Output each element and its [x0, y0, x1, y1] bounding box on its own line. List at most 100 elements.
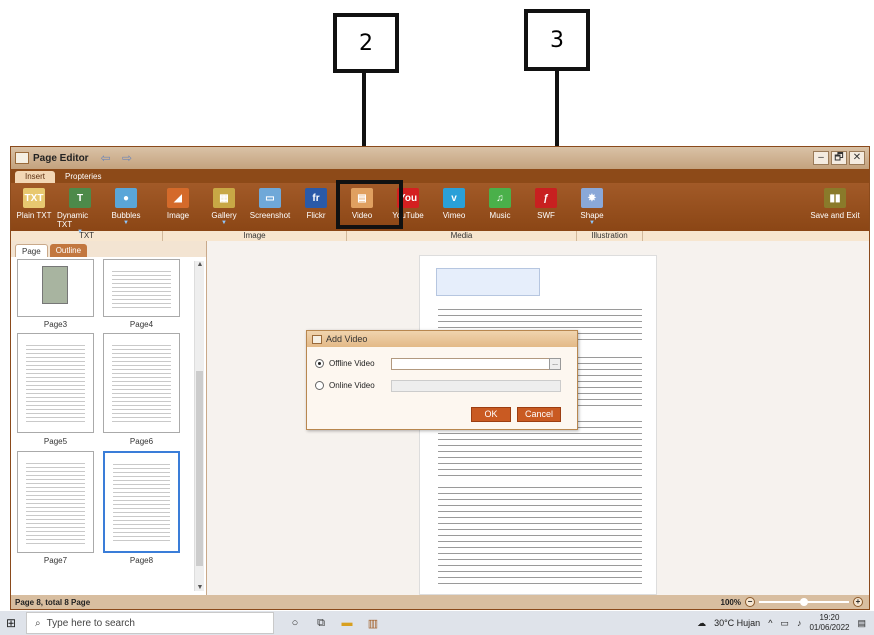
- ribbon-button-label: Plain TXT: [16, 211, 52, 220]
- vimeo-button[interactable]: v Vimeo: [431, 188, 477, 220]
- status-bar: Page 8, total 8 Page 100% − +: [11, 595, 869, 609]
- bubbles-icon: ●: [115, 188, 137, 208]
- ribbon-button-label: Music: [489, 211, 511, 220]
- shape-icon: ✸: [581, 188, 603, 208]
- ok-button[interactable]: OK: [471, 407, 511, 422]
- cancel-button[interactable]: Cancel: [517, 407, 561, 422]
- dropdown-chevron-icon[interactable]: ▼: [589, 220, 595, 226]
- image-icon: ◢: [167, 188, 189, 208]
- clock[interactable]: 19:20 01/06/2022: [809, 613, 849, 633]
- windows-start-icon[interactable]: ⊞: [6, 616, 26, 630]
- zoom-level: 100%: [720, 597, 741, 607]
- page-thumb-6[interactable]: [103, 333, 180, 433]
- clock-date: 01/06/2022: [809, 623, 850, 632]
- notification-icon[interactable]: ▤: [857, 618, 866, 629]
- dialog-title: Add Video: [326, 334, 368, 344]
- zoom-slider[interactable]: [759, 598, 849, 606]
- swf-icon: ƒ: [535, 188, 557, 208]
- dialog-title-bar: Add Video: [307, 331, 577, 347]
- online-video-label: Online Video: [329, 381, 375, 390]
- doc-text-box[interactable]: [436, 268, 540, 296]
- offline-video-path-field[interactable]: [391, 358, 561, 370]
- group-illustration: Illustration: [577, 231, 643, 241]
- page-panel: Page Outline Page3 Page4 Page5 Page6 Pag…: [11, 241, 207, 595]
- page-thumb-4[interactable]: [103, 259, 180, 317]
- network-icon[interactable]: ▭: [780, 618, 789, 629]
- music-button[interactable]: ♫ Music: [477, 188, 523, 220]
- file-explorer-icon[interactable]: ▬: [334, 617, 360, 629]
- window-title: Page Editor: [33, 152, 89, 164]
- page-thumb-3[interactable]: [17, 259, 94, 317]
- offline-video-label: Offline Video: [329, 359, 375, 368]
- cortana-icon[interactable]: ○: [282, 617, 308, 629]
- page-editor-icon: [15, 152, 29, 164]
- gallery-button[interactable]: ▦ Gallery ▼: [201, 188, 247, 226]
- ribbon-button-label: Vimeo: [442, 211, 466, 220]
- page-label-5: Page5: [43, 437, 68, 446]
- page-thumb-8[interactable]: [103, 451, 180, 553]
- page-status: Page 8, total 8 Page: [15, 597, 91, 607]
- tray-chevron-icon[interactable]: ^: [768, 618, 772, 628]
- swf-button[interactable]: ƒ SWF: [523, 188, 569, 220]
- dynamic-txt-button[interactable]: T Dynamic TXT ▼: [57, 188, 103, 235]
- ribbon-button-label: Shape: [580, 211, 604, 220]
- tab-propteries[interactable]: Propteries: [55, 171, 111, 183]
- bubbles-button[interactable]: ● Bubbles ▼: [103, 188, 149, 226]
- ribbon-button-label: Bubbles: [111, 211, 141, 220]
- zoom-in-button[interactable]: +: [853, 597, 863, 607]
- page-label-3: Page3: [43, 320, 68, 329]
- online-video-option[interactable]: Online Video: [315, 381, 375, 390]
- ribbon-button-label: Dynamic TXT: [57, 211, 89, 229]
- zoom-slider-knob[interactable]: [800, 598, 808, 606]
- taskbar-search[interactable]: ⌕ Type here to search: [26, 612, 274, 634]
- close-button[interactable]: ✕: [849, 151, 865, 165]
- tab-insert[interactable]: Insert: [15, 171, 56, 183]
- online-video-url-field[interactable]: [391, 380, 561, 392]
- panel-tab-outline[interactable]: Outline: [49, 244, 88, 257]
- callout-3: 3: [524, 9, 590, 71]
- weather-text[interactable]: 30°C Hujan: [714, 618, 760, 628]
- search-icon: ⌕: [35, 617, 41, 629]
- weather-icon[interactable]: ☁: [697, 618, 706, 629]
- dynamic-txt-icon: T: [69, 188, 91, 208]
- plain-txt-button[interactable]: TXT Plain TXT: [11, 188, 57, 220]
- dropdown-chevron-icon[interactable]: ▼: [123, 220, 129, 226]
- browse-button[interactable]: ...: [549, 358, 561, 370]
- screenshot-icon: ▭: [259, 188, 281, 208]
- clock-time: 19:20: [819, 613, 840, 622]
- save-and-exit-button[interactable]: ▮▮ Save and Exit: [807, 188, 863, 220]
- dialog-icon: [312, 334, 322, 344]
- minimize-button[interactable]: –: [813, 151, 829, 165]
- offline-video-radio[interactable]: [315, 359, 324, 368]
- image-button[interactable]: ◢ Image: [155, 188, 201, 220]
- nav-arrows[interactable]: ⇦ ⇨: [101, 151, 136, 165]
- ribbon-button-label: Screenshot: [249, 211, 291, 220]
- task-view-icon[interactable]: ⧉: [308, 617, 334, 630]
- ribbon-tabs: Insert Propteries: [11, 169, 869, 183]
- online-video-radio[interactable]: [315, 381, 324, 390]
- ribbon-button-label: Image: [166, 211, 190, 220]
- page-panel-scrollbar[interactable]: ▲ ▼: [194, 261, 204, 591]
- page-thumb-5[interactable]: [17, 333, 94, 433]
- volume-icon[interactable]: ♪: [797, 618, 802, 628]
- offline-video-option[interactable]: Offline Video: [315, 359, 375, 368]
- flickr-icon: fr: [305, 188, 327, 208]
- dropdown-chevron-icon[interactable]: ▼: [221, 220, 227, 226]
- zoom-out-button[interactable]: −: [745, 597, 755, 607]
- shape-button[interactable]: ✸ Shape ▼: [569, 188, 615, 226]
- search-placeholder: Type here to search: [46, 617, 135, 629]
- scroll-up-icon[interactable]: ▲: [195, 261, 205, 268]
- panel-tab-page[interactable]: Page: [15, 244, 48, 257]
- dropdown-chevron-icon[interactable]: ▼: [77, 229, 83, 235]
- flickr-button[interactable]: fr Flickr: [293, 188, 339, 220]
- scroll-down-icon[interactable]: ▼: [195, 584, 205, 591]
- page-thumb-7[interactable]: [17, 451, 94, 553]
- scroll-thumb[interactable]: [196, 371, 203, 566]
- maximize-button[interactable]: 🗗: [831, 151, 847, 165]
- page-label-8: Page8: [129, 556, 154, 565]
- doc-paragraph: [568, 352, 642, 406]
- windows-taskbar: ⊞ ⌕ Type here to search ○ ⧉ ▬ ▥ ☁ 30°C H…: [0, 611, 874, 635]
- ribbon: TXT Plain TXT T Dynamic TXT ▼ ● Bubbles ▼ ◢ Image…: [11, 180, 869, 235]
- flipbook-app-icon[interactable]: ▥: [360, 617, 386, 630]
- screenshot-button[interactable]: ▭ Screenshot: [247, 188, 293, 220]
